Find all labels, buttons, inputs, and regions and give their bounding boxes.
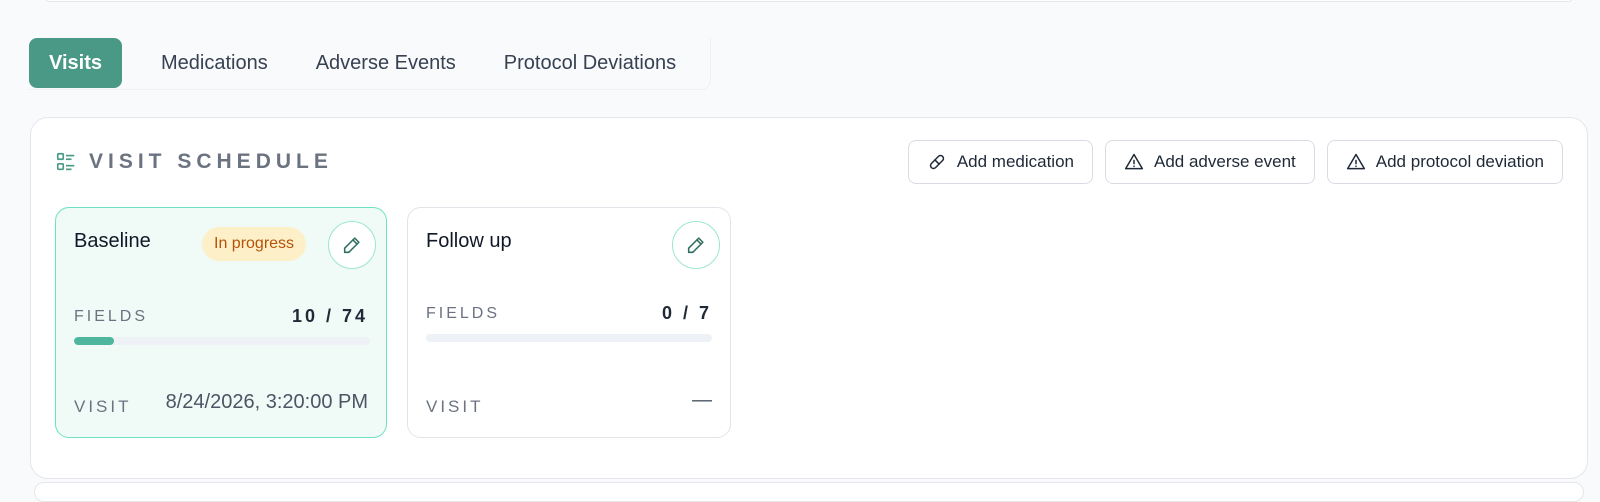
visit-datetime: 8/24/2026, 3:20:00 PM (165, 391, 368, 413)
section-header: VISIT SCHEDULE (55, 150, 333, 174)
tab-protocol-deviations[interactable]: Protocol Deviations (484, 38, 696, 88)
visit-label: VISIT (426, 397, 484, 416)
next-panel-edge (34, 482, 1584, 502)
visit-card-baseline[interactable]: Baseline In progress FIELDS 10 / 74 VISI… (55, 207, 387, 438)
add-adverse-event-label: Add adverse event (1154, 152, 1296, 171)
tab-medications[interactable]: Medications (141, 38, 288, 88)
visit-title: Follow up (426, 230, 512, 252)
add-protocol-deviation-label: Add protocol deviation (1375, 152, 1544, 171)
previous-panel-edge (44, 0, 1574, 2)
fields-count: 0 / 7 (661, 303, 712, 323)
fields-progress-fill (74, 337, 114, 345)
visit-title: Baseline (74, 230, 151, 252)
add-medication-label: Add medication (956, 152, 1074, 171)
visit-label: VISIT (74, 397, 132, 416)
pencil-icon (343, 237, 360, 254)
action-buttons: Add medication Add adverse event Add pro… (907, 140, 1563, 184)
visit-card-follow-up[interactable]: Follow up FIELDS 0 / 7 VISIT — (407, 207, 731, 438)
add-adverse-event-button[interactable]: Add adverse event (1105, 140, 1315, 184)
tab-visits[interactable]: Visits (29, 38, 122, 88)
fields-progress-bar (426, 334, 712, 342)
edit-visit-button[interactable] (672, 221, 720, 269)
fields-label: FIELDS (426, 305, 501, 322)
visit-datetime: — (692, 389, 712, 411)
list-details-icon (56, 152, 75, 171)
tab-bar: Visits Medications Adverse Events Protoc… (29, 38, 712, 90)
tab-adverse-events[interactable]: Adverse Events (296, 38, 476, 88)
section-title: VISIT SCHEDULE (89, 150, 333, 173)
fields-progress-bar (74, 337, 370, 345)
visit-schedule-panel: VISIT SCHEDULE Add medication Add advers… (30, 117, 1588, 479)
fields-label: FIELDS (74, 308, 149, 325)
fields-count: 10 / 74 (291, 306, 368, 326)
pill-icon (929, 154, 945, 170)
edit-visit-button[interactable] (328, 221, 376, 269)
add-medication-button[interactable]: Add medication (907, 140, 1093, 184)
warning-triangle-icon (1346, 153, 1365, 170)
warning-triangle-icon (1124, 153, 1144, 170)
pencil-icon (687, 237, 704, 254)
status-badge: In progress (202, 227, 307, 261)
add-protocol-deviation-button[interactable]: Add protocol deviation (1326, 140, 1563, 184)
